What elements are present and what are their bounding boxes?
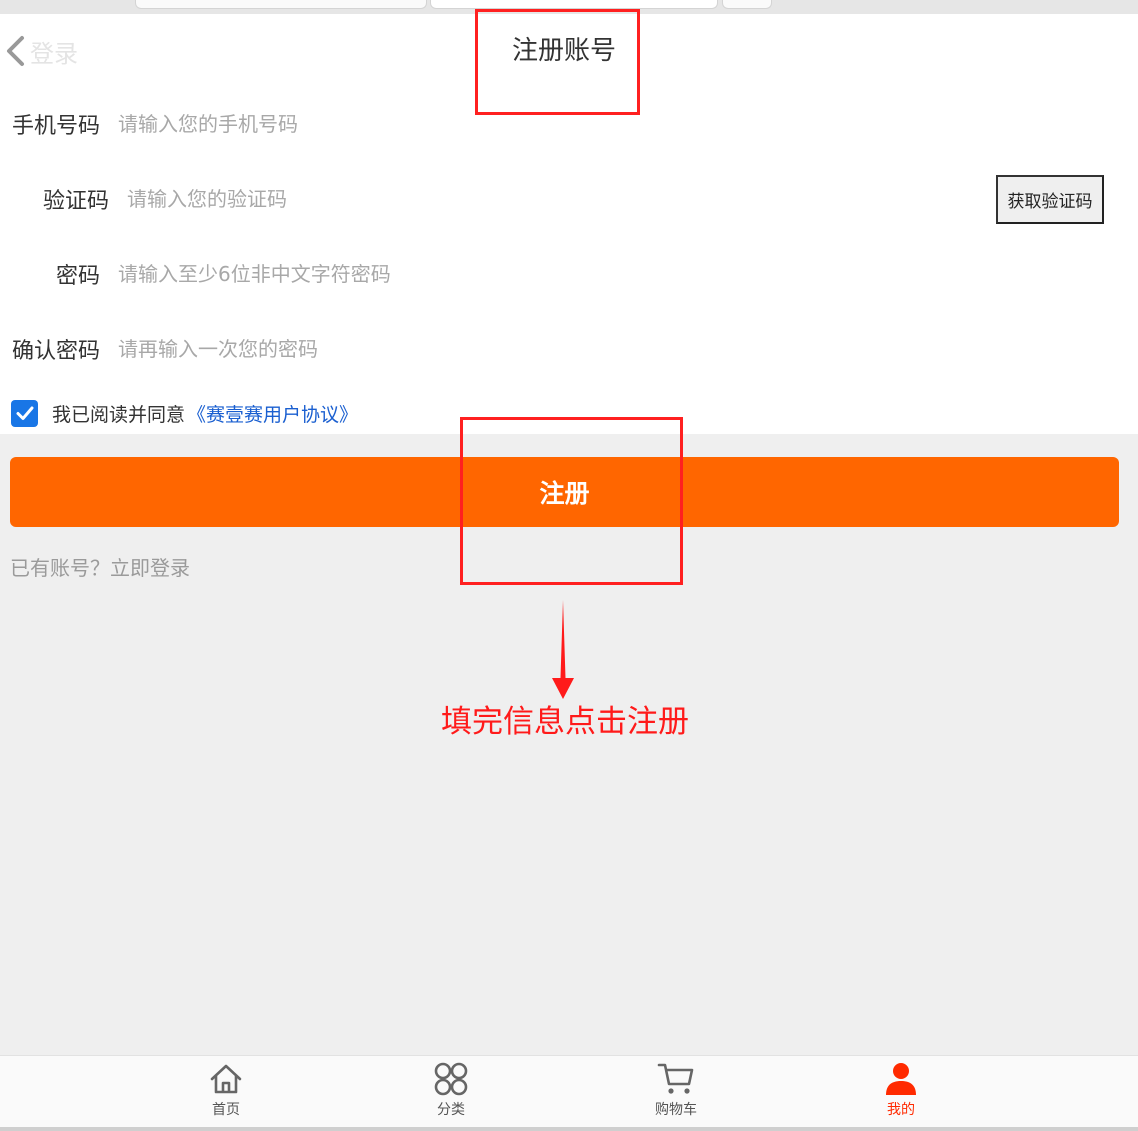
phone-label: 手机号码 (11, 114, 100, 139)
annotation-arrow-icon (552, 600, 574, 699)
tab-category[interactable]: 分类 (396, 1062, 506, 1122)
agreement-checkbox[interactable] (11, 399, 38, 427)
code-label: 验证码 (42, 189, 109, 214)
password-label: 密码 (55, 264, 100, 289)
phone-row: 手机号码 (0, 104, 538, 144)
annotation-text: 填完信息点击注册 (441, 704, 689, 740)
tab-cart-label: 购物车 (655, 1102, 697, 1118)
user-icon (886, 1063, 916, 1095)
confirm-password-input[interactable] (118, 333, 538, 365)
tab-home[interactable]: 首页 (171, 1062, 281, 1122)
login-link[interactable]: 已有账号？立即登录 (10, 552, 190, 581)
home-icon (210, 1064, 242, 1094)
annotation-box-register (460, 417, 683, 585)
browser-tab-active[interactable] (430, 0, 718, 9)
tab-home-label: 首页 (212, 1102, 240, 1118)
bottom-tab-bar: 首页 分类 购物车 我的 (0, 1055, 1138, 1128)
agreement-row: 我已阅读并同意 《赛壹赛用户协议》 (11, 397, 358, 429)
user-agreement-link[interactable]: 《赛壹赛用户协议》 (187, 400, 358, 427)
browser-tab-button[interactable] (722, 0, 772, 9)
code-row: 验证码 (0, 179, 547, 219)
tab-category-label: 分类 (437, 1102, 465, 1118)
checkmark-icon (16, 406, 33, 420)
browser-tab[interactable] (135, 0, 427, 9)
tab-mine-label: 我的 (887, 1102, 915, 1118)
tab-cart[interactable]: 购物车 (621, 1062, 731, 1122)
confirm-password-label: 确认密码 (11, 339, 100, 364)
agreement-text: 我已阅读并同意 (52, 403, 186, 426)
category-icon (434, 1062, 468, 1096)
bottom-edge (0, 1127, 1138, 1131)
get-code-button[interactable]: 获取验证码 (996, 175, 1104, 224)
confirm-password-row: 确认密码 (0, 329, 538, 369)
code-input[interactable] (127, 183, 547, 215)
tab-mine[interactable]: 我的 (846, 1062, 956, 1122)
annotation-box-title (475, 9, 640, 115)
cart-icon (657, 1063, 694, 1094)
password-input[interactable] (118, 258, 538, 290)
password-row: 密码 (0, 254, 538, 294)
